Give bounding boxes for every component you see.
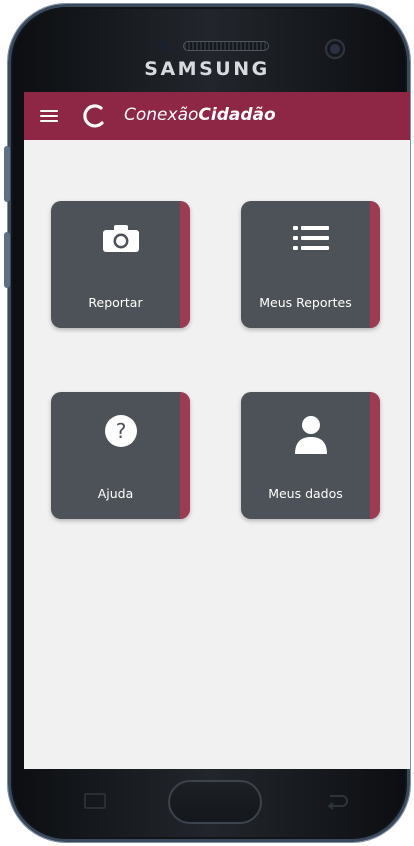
recent-apps-key[interactable]	[84, 793, 106, 809]
volume-up-button[interactable]	[4, 146, 10, 202]
front-camera	[325, 39, 345, 59]
meus-dados-label: Meus dados	[268, 486, 343, 501]
circular-arrow-logo-icon	[83, 104, 104, 128]
app-title-bold: Cidadão	[198, 105, 276, 125]
volume-down-button[interactable]	[4, 232, 10, 288]
app-title: ConexãoCidadão	[124, 105, 276, 125]
earpiece-speaker	[183, 41, 269, 51]
svg-text:?: ?	[115, 419, 126, 443]
back-arrow-icon[interactable]	[324, 790, 350, 812]
app-screen: ConexãoCidadão Reportar Meus Reportes ?	[24, 92, 410, 769]
app-title-light: Conexão	[124, 105, 199, 125]
camera-icon	[102, 225, 139, 252]
ajuda-tile[interactable]: ? Ajuda	[51, 392, 190, 519]
device-brand-logo: SAMSUNG	[144, 58, 270, 80]
app-bar: ConexãoCidadão	[24, 92, 410, 140]
help-question-icon: ?	[104, 415, 137, 447]
meus-reportes-label: Meus Reportes	[259, 295, 352, 310]
hamburger-menu-icon[interactable]	[40, 110, 58, 122]
reportar-tile[interactable]: Reportar	[51, 201, 190, 328]
reportar-label: Reportar	[88, 295, 143, 310]
meus-reportes-tile[interactable]: Meus Reportes	[241, 201, 380, 328]
ajuda-label: Ajuda	[97, 486, 134, 501]
meus-dados-tile[interactable]: Meus dados	[241, 392, 380, 519]
person-icon	[294, 416, 327, 454]
proximity-sensor	[158, 41, 167, 50]
list-icon	[292, 226, 329, 250]
home-button[interactable]	[168, 780, 262, 824]
